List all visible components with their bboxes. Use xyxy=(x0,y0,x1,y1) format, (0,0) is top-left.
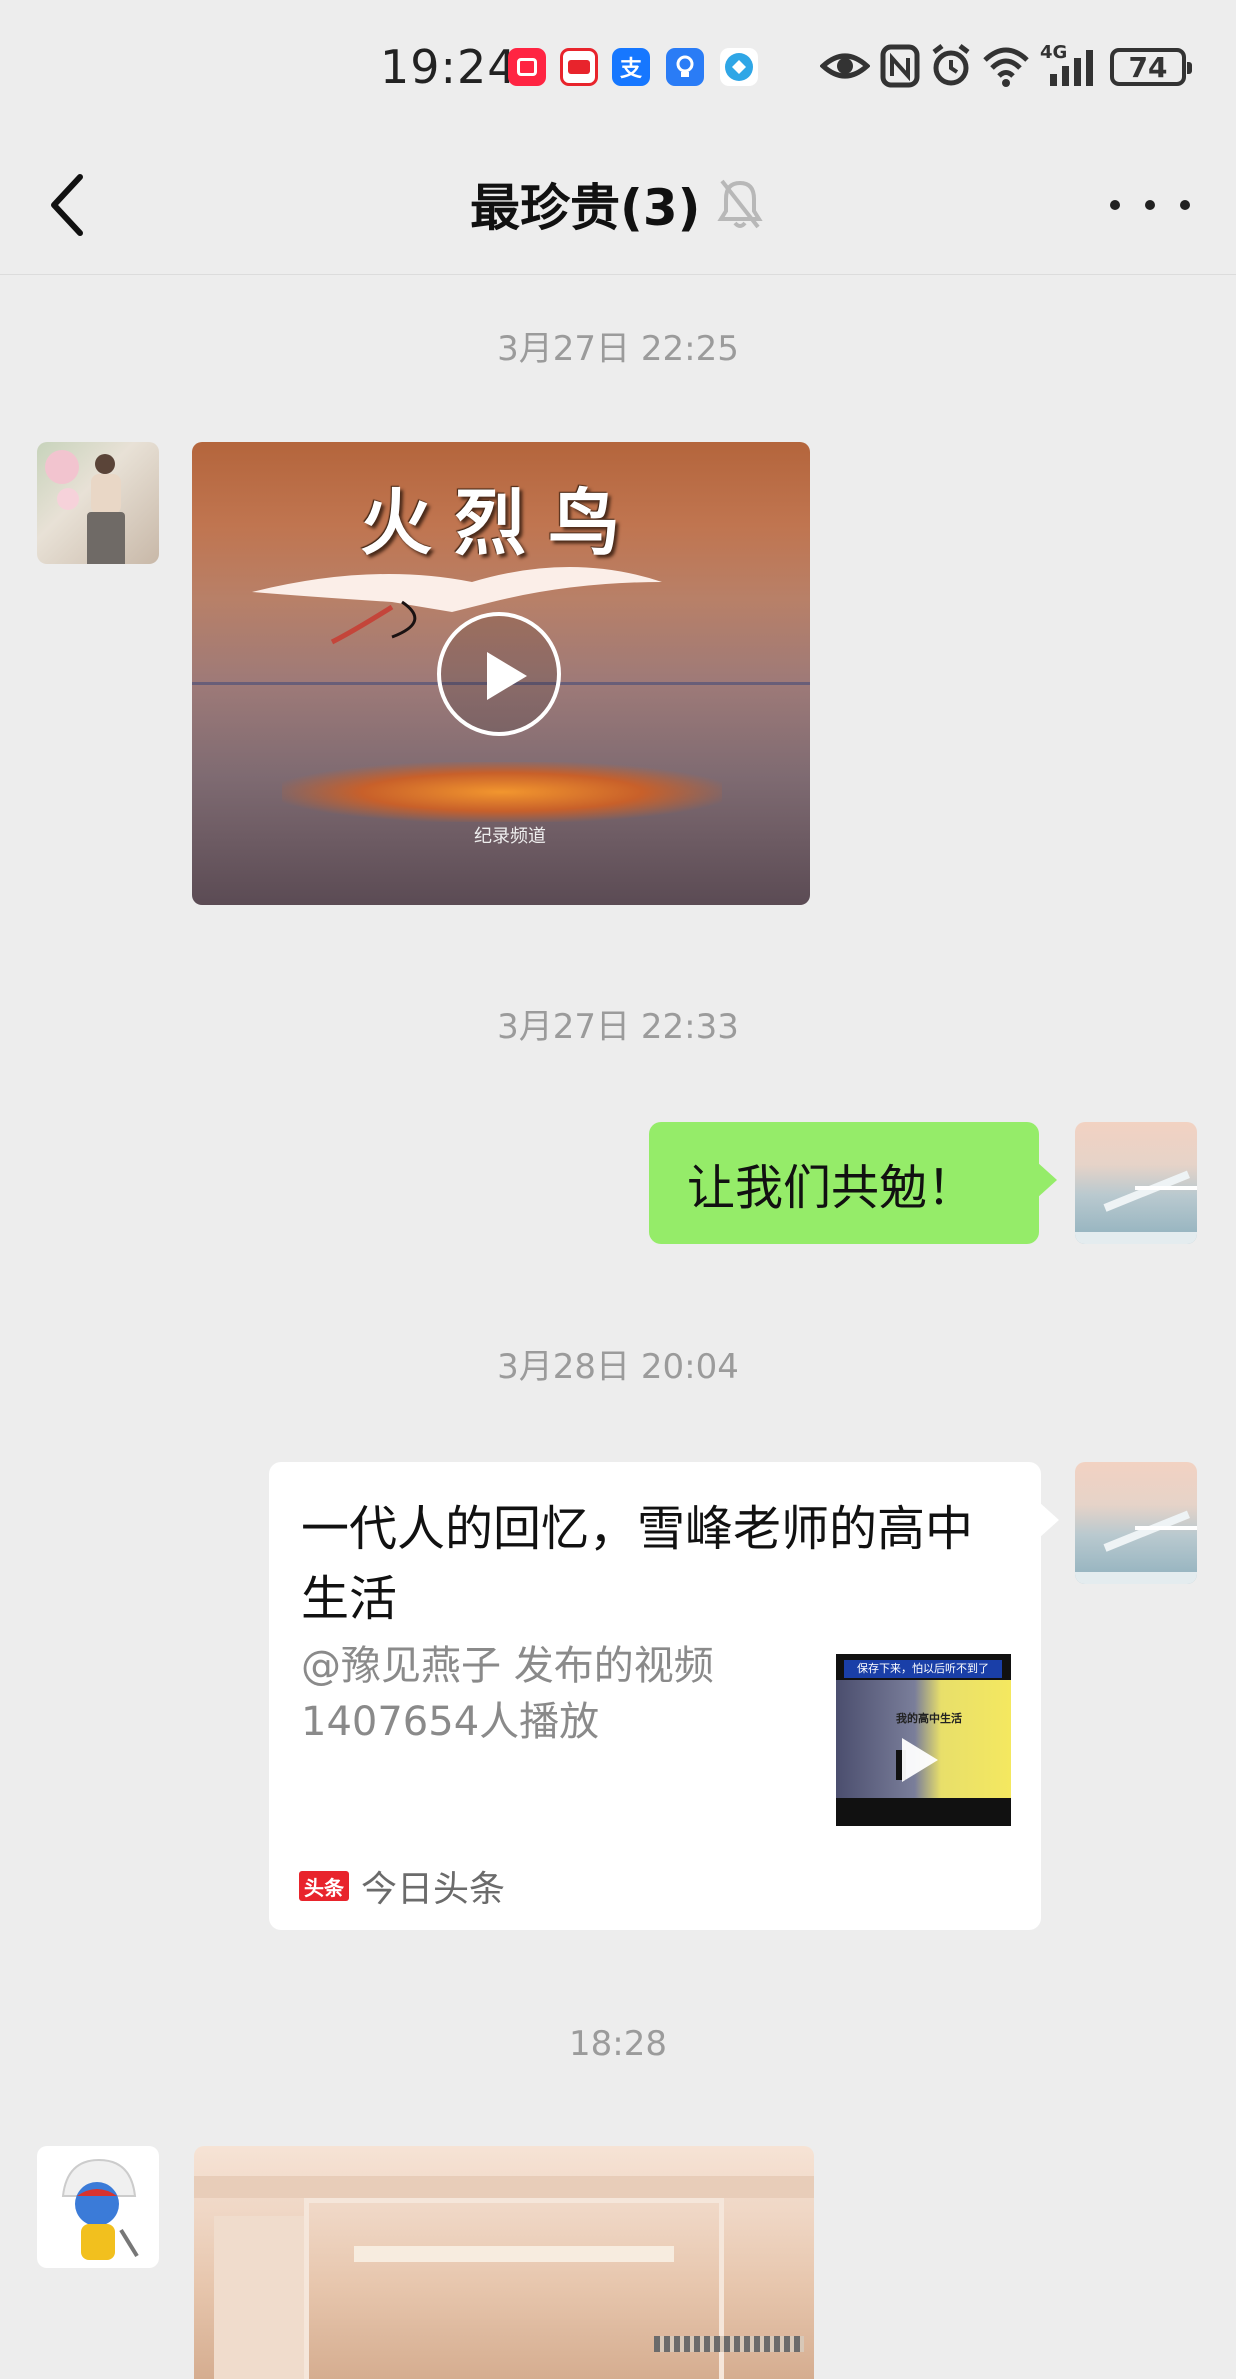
wifi-icon xyxy=(983,47,1029,87)
browser-icon xyxy=(720,48,758,86)
timestamp: 3月27日 22:33 xyxy=(497,1007,739,1047)
text-message-bubble[interactable]: 让我们共勉！ xyxy=(649,1122,1057,1244)
link-play-count: 1407654人播放 xyxy=(301,1699,600,1745)
alipay-icon: 支 xyxy=(612,48,650,86)
bell-off-icon xyxy=(717,179,763,229)
video-title: 火烈鸟 xyxy=(359,480,642,565)
bulb-app-icon xyxy=(666,48,704,86)
timestamp: 3月28日 20:04 xyxy=(497,1347,739,1387)
status-bar: 19:24 支 4G 74 xyxy=(0,0,1236,135)
video-message[interactable]: 火烈鸟 纪录频道 xyxy=(192,442,810,905)
play-icon[interactable] xyxy=(437,612,561,736)
avatar[interactable] xyxy=(37,2146,159,2268)
source-name: 今日头条 xyxy=(361,1869,506,1910)
avatar[interactable] xyxy=(1075,1462,1197,1584)
video-channel: 纪录频道 xyxy=(474,826,546,847)
chat-header: 最珍贵(3) xyxy=(0,135,1236,275)
link-thumbnail: 保存下来，怕以后听不到了 我的高中生活 xyxy=(836,1654,1011,1826)
link-title: 一代人的回忆，雪峰老师的高中生活 xyxy=(301,1501,974,1627)
signal-icon xyxy=(1050,50,1093,86)
avatar[interactable] xyxy=(37,442,159,564)
xiaohongshu-icon xyxy=(508,48,546,86)
more-horizontal-icon[interactable] xyxy=(1110,185,1190,225)
timestamp: 18:28 xyxy=(569,2024,667,2064)
chevron-left-icon[interactable] xyxy=(40,165,100,245)
image-message[interactable] xyxy=(194,2146,814,2379)
nfc-icon xyxy=(880,44,920,88)
timestamp: 3月27日 22:25 xyxy=(497,329,739,369)
status-time: 19:24 xyxy=(380,40,518,94)
thumbnail-banner: 保存下来，怕以后听不到了 xyxy=(844,1660,1002,1678)
chat-title: 最珍贵(3) xyxy=(470,179,701,237)
avatar[interactable] xyxy=(1075,1122,1197,1244)
link-author: @豫见燕子 发布的视频 xyxy=(301,1643,714,1689)
thumbnail-screen: 我的高中生活 xyxy=(836,1680,1011,1798)
news-icon xyxy=(560,48,598,86)
link-description: @豫见燕子 发布的视频 1407654人播放 xyxy=(301,1638,771,1750)
shared-link-card[interactable]: 一代人的回忆，雪峰老师的高中生活 @豫见燕子 发布的视频 1407654人播放 … xyxy=(269,1462,1059,1930)
alarm-icon xyxy=(932,44,970,86)
thumbnail-subtitle: 我的高中生活 xyxy=(896,1712,962,1725)
battery-indicator: 74 xyxy=(1110,48,1192,86)
link-source: 头条 今日头条 xyxy=(299,1860,505,1912)
eye-icon xyxy=(820,53,870,79)
message-text: 让我们共勉！ xyxy=(687,1160,976,1216)
chat-title-wrap: 最珍贵(3) xyxy=(470,168,701,240)
toutiao-logo-icon: 头条 xyxy=(299,1871,349,1901)
play-icon xyxy=(902,1738,938,1782)
